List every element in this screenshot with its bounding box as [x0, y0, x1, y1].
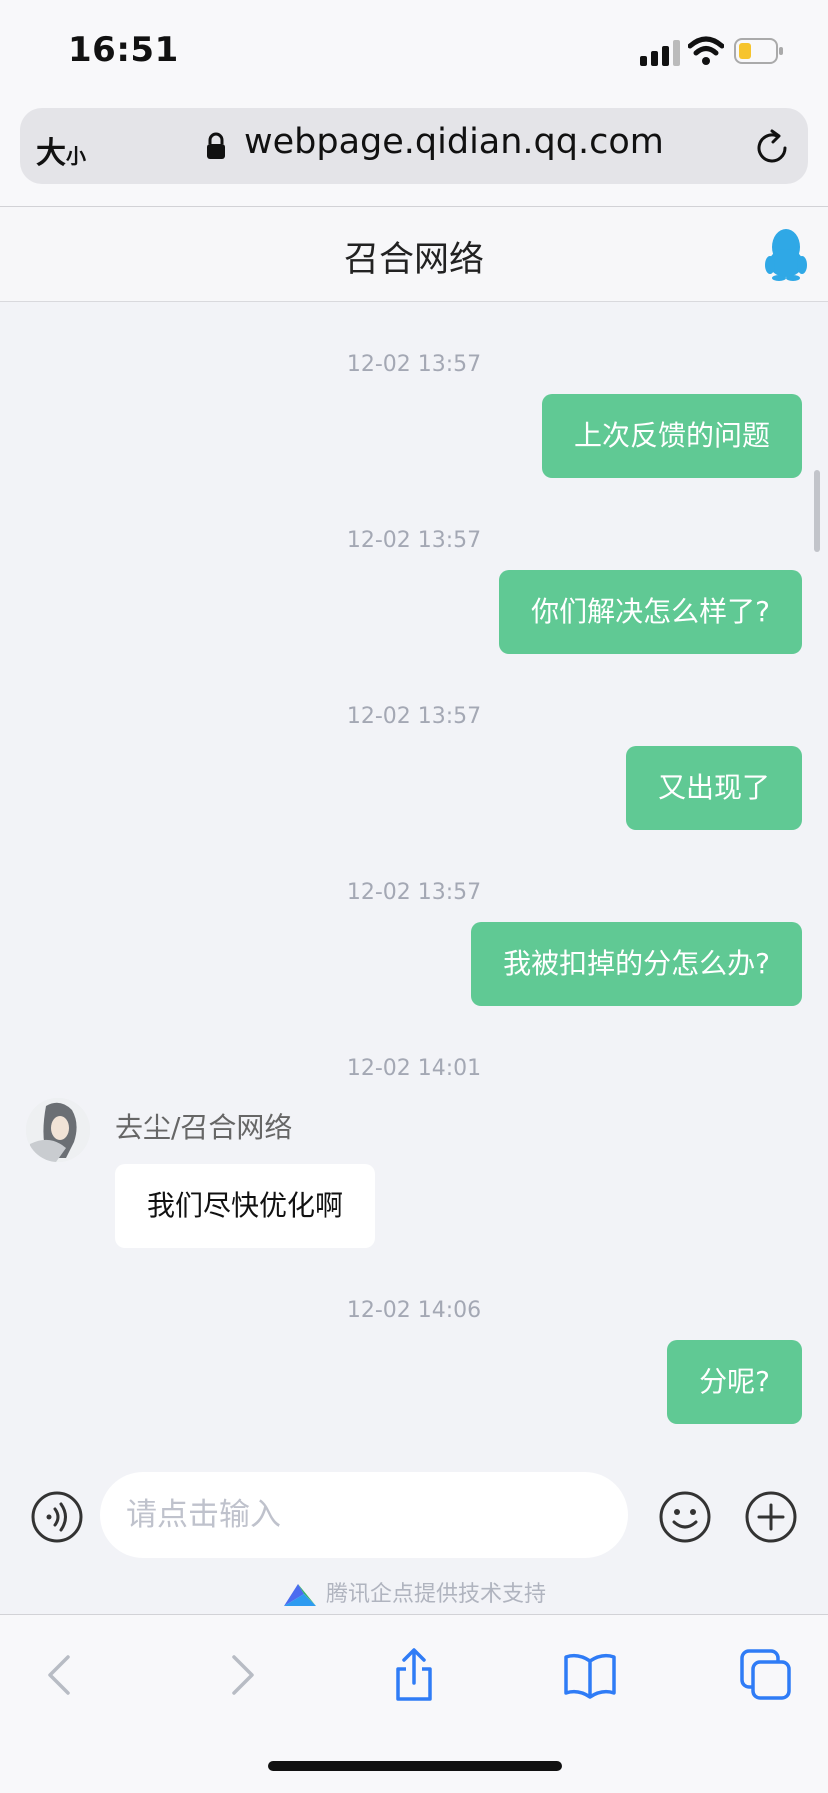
message-timestamp: 12-02 14:06: [346, 1298, 482, 1323]
powered-by: 腾讯企点提供技术支持: [0, 1576, 828, 1608]
address-bar[interactable]: 大小 webpage.qidian.qq.com: [20, 108, 808, 184]
message-timestamp: 12-02 14:01: [346, 1056, 482, 1081]
input-bar: 腾讯企点提供技术支持: [0, 1458, 828, 1614]
chat-messages[interactable]: 12-02 13:57 上次反馈的问题 12-02 13:57 你们解决怎么样了…: [0, 302, 828, 1458]
text-size-button[interactable]: 大小: [36, 128, 86, 172]
sent-message[interactable]: 我被扣掉的分怎么办?: [471, 922, 802, 1006]
message-timestamp: 12-02 13:57: [346, 880, 482, 905]
tabs-icon[interactable]: [738, 1647, 794, 1703]
qidian-logo-icon: [283, 1584, 316, 1606]
received-message[interactable]: 我们尽快优化啊: [115, 1164, 376, 1248]
message-timestamp: 12-02 13:57: [346, 528, 482, 553]
message-input[interactable]: [100, 1472, 628, 1558]
sent-message[interactable]: 上次反馈的问题: [541, 394, 802, 478]
status-time: 16:51: [68, 30, 179, 70]
text-size-big: 大: [36, 136, 66, 171]
wifi-icon: [688, 36, 724, 65]
reload-icon[interactable]: [752, 128, 792, 168]
sent-message[interactable]: 又出现了: [625, 746, 802, 830]
sent-message[interactable]: 你们解决怎么样了?: [499, 570, 802, 654]
share-icon[interactable]: [386, 1647, 442, 1703]
back-icon[interactable]: [34, 1647, 90, 1703]
home-indicator[interactable]: [268, 1761, 562, 1771]
address-bar-container: 大小 webpage.qidian.qq.com: [0, 100, 828, 207]
cellular-signal-icon: [640, 40, 680, 66]
message-timestamp: 12-02 13:57: [346, 352, 482, 377]
browser-toolbar: [0, 1614, 828, 1793]
text-size-small: 小: [66, 144, 86, 168]
status-bar: 16:51: [0, 0, 828, 100]
add-icon[interactable]: [744, 1490, 798, 1544]
sender-name: 去尘/召合网络: [115, 1111, 293, 1144]
chat-header: 召合网络: [0, 207, 828, 302]
bookmarks-icon[interactable]: [562, 1647, 618, 1703]
lock-icon: [207, 132, 225, 159]
voice-input-icon[interactable]: [30, 1490, 84, 1544]
url-text[interactable]: webpage.qidian.qq.com: [244, 122, 664, 162]
battery-icon: [734, 38, 783, 64]
qq-penguin-icon[interactable]: [764, 225, 808, 281]
page-title: 召合网络: [343, 240, 484, 280]
message-timestamp: 12-02 13:57: [346, 704, 482, 729]
sent-message[interactable]: 分呢?: [667, 1340, 802, 1424]
emoji-icon[interactable]: [658, 1490, 712, 1544]
scrollbar[interactable]: [814, 470, 820, 552]
avatar[interactable]: [26, 1098, 90, 1162]
forward-icon[interactable]: [212, 1647, 268, 1703]
powered-by-text: 腾讯企点提供技术支持: [325, 1582, 546, 1607]
agent-avatar-icon: [26, 1098, 90, 1162]
